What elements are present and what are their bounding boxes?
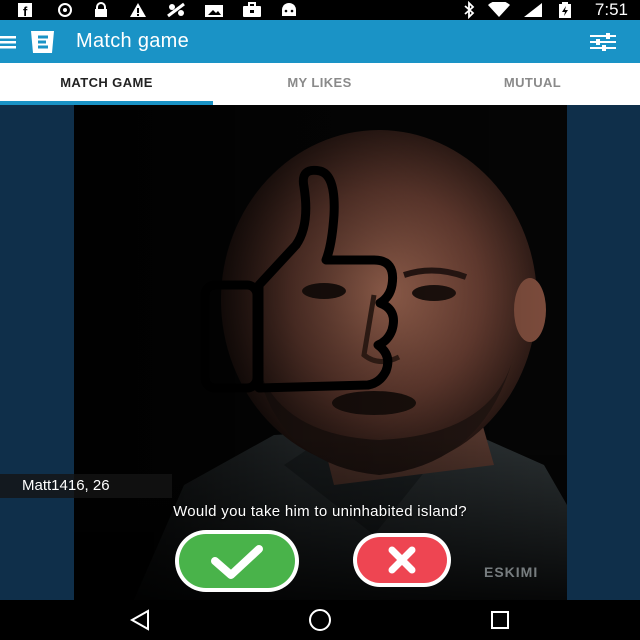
signal-icon [522, 2, 544, 18]
wifi-icon [486, 2, 512, 18]
profile-photo[interactable] [74, 105, 567, 600]
thumbs-up-icon [200, 165, 398, 393]
match-question: Would you take him to uninhabited island… [173, 503, 467, 520]
android-icon [279, 2, 299, 18]
status-bar: f 7:51 [0, 0, 640, 20]
facebook-icon: f [16, 2, 34, 18]
system-nav-bar [0, 600, 640, 640]
hamburger-menu-icon[interactable] [0, 34, 16, 50]
work-icon [241, 2, 263, 18]
recents-icon[interactable] [486, 608, 514, 632]
like-button[interactable] [175, 530, 299, 592]
x-icon [388, 546, 416, 574]
profile-name-age: Matt1416, 26 [0, 474, 172, 498]
eskimi-watermark: ESKIMI [484, 564, 539, 580]
page-title: Match game [76, 30, 190, 52]
battery-charging-icon [556, 2, 574, 18]
svg-text:f: f [23, 4, 28, 18]
status-time: 7:51 [594, 0, 628, 19]
filter-settings-icon[interactable] [588, 32, 618, 52]
photo-icon [203, 2, 225, 18]
checkmark-icon [211, 545, 263, 579]
fake-gps-icon [164, 2, 188, 18]
warning-icon [128, 2, 148, 18]
back-icon[interactable] [126, 608, 154, 632]
bluetooth-icon [460, 1, 478, 19]
tab-match-game[interactable]: MATCH GAME [0, 63, 213, 105]
sync-icon [56, 2, 74, 18]
tab-my-likes[interactable]: MY LIKES [213, 63, 426, 105]
dislike-button[interactable] [353, 533, 451, 587]
app-bar: Match game [0, 20, 640, 63]
match-card-area [0, 105, 640, 600]
tab-mutual[interactable]: MUTUAL [426, 63, 639, 105]
lock-icon [92, 2, 110, 18]
home-icon[interactable] [306, 608, 334, 632]
tab-bar: MATCH GAME MY LIKES MUTUAL [0, 63, 640, 105]
eskimi-logo-icon [28, 29, 58, 55]
